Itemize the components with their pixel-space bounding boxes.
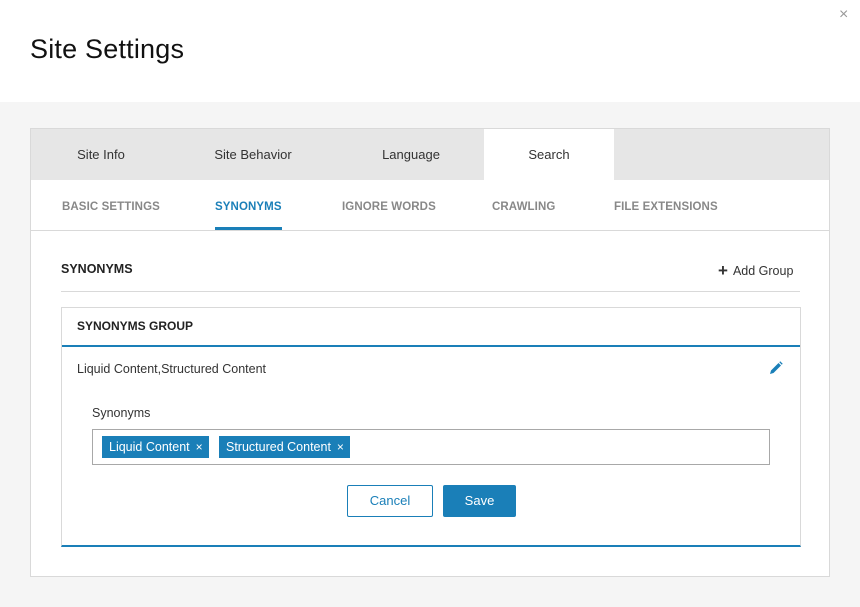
dialog-header: Site Settings × bbox=[0, 0, 860, 102]
synonyms-group-card: SYNONYMS GROUP Liquid Content,Structured… bbox=[61, 307, 801, 547]
group-header-label: SYNONYMS GROUP bbox=[77, 319, 194, 333]
section-title: SYNONYMS bbox=[61, 262, 133, 276]
main-tabs: Site Info Site Behavior Language Search bbox=[31, 129, 829, 180]
subtab-basic-settings[interactable]: BASIC SETTINGS bbox=[62, 180, 160, 230]
tag-chip: Liquid Content × bbox=[102, 436, 209, 458]
synonyms-tag-input[interactable]: Liquid Content × Structured Content × bbox=[92, 429, 770, 465]
add-group-label: Add Group bbox=[732, 264, 794, 278]
add-group-button[interactable]: + Add Group bbox=[718, 260, 793, 280]
synonyms-label: Synonyms bbox=[92, 406, 151, 420]
cancel-button[interactable]: Cancel bbox=[347, 485, 433, 517]
section-divider bbox=[61, 291, 800, 292]
dialog-title: Site Settings bbox=[30, 34, 185, 64]
tag-label: Liquid Content bbox=[109, 440, 190, 454]
save-button[interactable]: Save bbox=[443, 485, 516, 517]
settings-panel: Site Info Site Behavior Language Search … bbox=[30, 128, 830, 577]
subtab-crawling[interactable]: CRAWLING bbox=[492, 180, 555, 230]
pencil-icon[interactable] bbox=[768, 360, 784, 376]
group-summary: Liquid Content,Structured Content bbox=[77, 362, 267, 376]
subtab-file-extensions[interactable]: FILE EXTENSIONS bbox=[614, 180, 718, 230]
group-header: SYNONYMS GROUP bbox=[62, 308, 800, 347]
tag-chip: Structured Content × bbox=[219, 436, 350, 458]
plus-icon: + bbox=[718, 261, 728, 280]
remove-tag-icon[interactable]: × bbox=[337, 440, 344, 454]
subtab-synonyms[interactable]: SYNONYMS bbox=[215, 180, 282, 230]
subtab-ignore-words[interactable]: IGNORE WORDS bbox=[342, 180, 436, 230]
sub-tabs: BASIC SETTINGS SYNONYMS IGNORE WORDS CRA… bbox=[31, 180, 829, 231]
tab-site-info[interactable]: Site Info bbox=[31, 129, 171, 180]
tab-language[interactable]: Language bbox=[341, 129, 481, 180]
tab-site-behavior[interactable]: Site Behavior bbox=[181, 129, 325, 180]
remove-tag-icon[interactable]: × bbox=[196, 440, 203, 454]
tag-label: Structured Content bbox=[226, 440, 331, 454]
close-icon[interactable]: × bbox=[839, 5, 848, 25]
tab-search[interactable]: Search bbox=[484, 129, 614, 180]
